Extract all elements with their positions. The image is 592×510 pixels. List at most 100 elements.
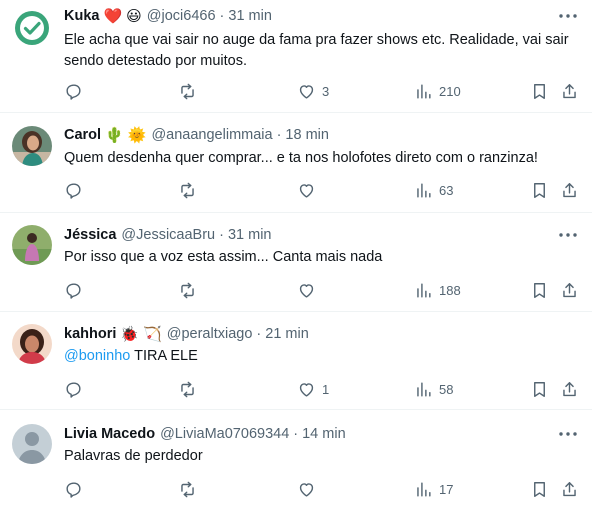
- views-icon: [417, 481, 431, 497]
- reply-button[interactable]: [64, 478, 83, 500]
- share-icon: [563, 83, 576, 98]
- reply-button[interactable]: [64, 378, 83, 400]
- bookmark-icon: [534, 282, 545, 298]
- reply-button[interactable]: [64, 279, 83, 301]
- share-button[interactable]: [560, 478, 579, 500]
- user-handle[interactable]: @anaangelimmaia: [151, 127, 272, 143]
- tweet-carol[interactable]: Carol 🌵 🌞 @anaangelimmaia · 18 min Quem …: [0, 113, 592, 213]
- views-button[interactable]: 210: [414, 80, 461, 102]
- retweet-icon: [181, 182, 194, 198]
- more-icon[interactable]: [558, 424, 578, 444]
- reply-button[interactable]: [64, 80, 83, 102]
- user-handle[interactable]: @LiviaMa07069344: [160, 426, 289, 442]
- display-name[interactable]: kahhori: [64, 326, 116, 342]
- avatar[interactable]: [12, 324, 52, 364]
- timestamp[interactable]: 14 min: [302, 426, 346, 442]
- more-icon[interactable]: [558, 6, 578, 26]
- like-button[interactable]: [297, 478, 322, 500]
- tweet-livia[interactable]: Livia Macedo @LiviaMa07069344 · 14 min P…: [0, 410, 592, 510]
- tweet-kuka[interactable]: Kuka ❤️ 😃 @joci6466 · 31 min Ele acha qu…: [0, 0, 592, 113]
- bookmark-button[interactable]: [530, 478, 549, 500]
- timestamp[interactable]: 18 min: [285, 127, 329, 143]
- user-handle[interactable]: @JessicaaBru: [121, 227, 215, 243]
- retweet-button[interactable]: [178, 279, 197, 301]
- separator-dot: ·: [256, 326, 262, 342]
- share-button[interactable]: [560, 378, 579, 400]
- display-name[interactable]: Kuka: [64, 8, 99, 24]
- display-name[interactable]: Carol: [64, 127, 101, 143]
- like-icon: [299, 482, 314, 497]
- action-bar: 1 58: [60, 378, 584, 400]
- tweet-text: Ele acha que vai sair no auge da fama pr…: [64, 32, 569, 69]
- retweet-icon: [181, 282, 194, 298]
- reply-button[interactable]: [64, 179, 83, 201]
- views-button[interactable]: 58: [414, 378, 453, 400]
- avatar[interactable]: [12, 8, 52, 48]
- retweet-button[interactable]: [178, 378, 197, 400]
- views-button[interactable]: 188: [414, 279, 461, 301]
- separator-dot: ·: [276, 127, 282, 143]
- reply-feed: Kuka ❤️ 😃 @joci6466 · 31 min Ele acha qu…: [0, 0, 592, 510]
- views-button[interactable]: 63: [414, 179, 453, 201]
- bookmark-icon: [534, 182, 545, 198]
- retweet-button[interactable]: [178, 179, 197, 201]
- retweet-button[interactable]: [178, 478, 197, 500]
- tweet-jessica[interactable]: Jéssica @JessicaaBru · 31 min Por isso q…: [0, 213, 592, 312]
- like-icon: [299, 84, 314, 99]
- view-count: 58: [439, 381, 454, 397]
- action-bar: 63: [60, 179, 584, 201]
- view-count: 210: [439, 83, 461, 99]
- avatar[interactable]: [12, 126, 52, 166]
- timestamp[interactable]: 31 min: [228, 227, 272, 243]
- share-button[interactable]: [560, 279, 579, 301]
- like-count: 1: [322, 381, 330, 397]
- reply-icon: [66, 381, 81, 398]
- cactus-emoji: 🌵: [105, 126, 124, 144]
- view-count: 188: [439, 282, 461, 298]
- ladybug-emoji: 🐞: [120, 325, 140, 343]
- retweet-icon: [181, 381, 194, 397]
- like-button[interactable]: 1: [297, 378, 329, 400]
- views-icon: [417, 282, 431, 298]
- share-icon: [563, 182, 576, 197]
- views-button[interactable]: 17: [414, 478, 453, 500]
- bookmark-icon: [534, 381, 545, 397]
- tweet-text: Quem desdenha quer comprar... e ta nos h…: [64, 150, 538, 166]
- avatar[interactable]: [12, 225, 52, 265]
- bookmark-button[interactable]: [530, 378, 549, 400]
- action-bar: 17: [60, 478, 584, 500]
- bow-arrow-emoji: 🏹: [143, 325, 162, 343]
- mention-link[interactable]: @boninho: [64, 348, 130, 364]
- bookmark-button[interactable]: [530, 179, 549, 201]
- display-name[interactable]: Jéssica: [64, 227, 116, 243]
- like-button[interactable]: [297, 279, 322, 301]
- sun-emoji: 🌞: [127, 126, 147, 144]
- tweet-text: Palavras de perdedor: [64, 448, 203, 464]
- view-count: 17: [439, 481, 454, 497]
- bookmark-button[interactable]: [530, 80, 549, 102]
- share-button[interactable]: [560, 179, 579, 201]
- like-button[interactable]: 3: [297, 80, 329, 102]
- tweet-kahhori[interactable]: kahhori 🐞 🏹 @peraltxiago · 21 min @bonin…: [0, 312, 592, 410]
- like-icon: [299, 183, 314, 198]
- user-handle[interactable]: @peraltxiago: [167, 326, 253, 342]
- more-icon[interactable]: [558, 225, 578, 245]
- bookmark-icon: [534, 83, 545, 99]
- retweet-button[interactable]: [178, 80, 197, 102]
- action-bar: 188: [60, 279, 584, 301]
- avatar[interactable]: [12, 424, 52, 464]
- like-icon: [299, 382, 314, 397]
- reply-icon: [66, 182, 81, 199]
- user-handle[interactable]: @joci6466: [147, 8, 216, 24]
- timestamp[interactable]: 31 min: [228, 8, 272, 24]
- display-name[interactable]: Livia Macedo: [64, 426, 155, 442]
- timestamp[interactable]: 21 min: [265, 326, 309, 342]
- bookmark-icon: [534, 481, 545, 497]
- views-icon: [417, 182, 431, 198]
- like-button[interactable]: [297, 179, 322, 201]
- tweet-text: Por isso que a voz esta assim... Canta m…: [64, 249, 383, 265]
- separator-dot: ·: [219, 227, 224, 243]
- retweet-icon: [181, 481, 194, 497]
- bookmark-button[interactable]: [530, 279, 549, 301]
- share-button[interactable]: [560, 80, 579, 102]
